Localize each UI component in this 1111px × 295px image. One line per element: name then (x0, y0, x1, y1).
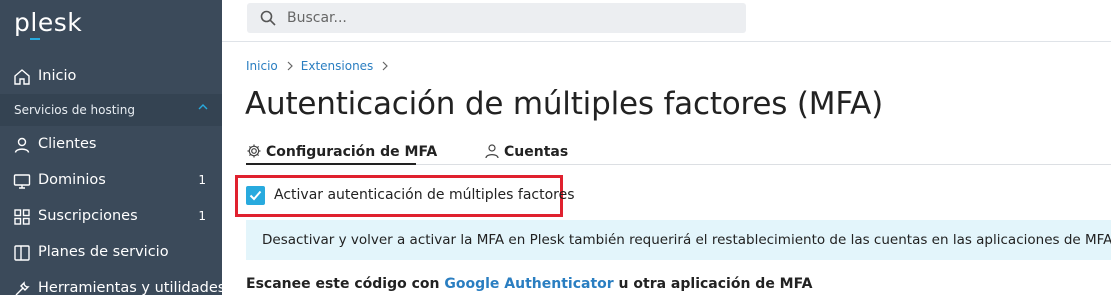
chevron-up-icon (198, 104, 208, 110)
sidebar: plesk Inicio Servicios de hosting Client… (0, 0, 226, 295)
book-icon (14, 245, 30, 261)
mfa-enable-checkbox[interactable] (246, 186, 265, 205)
sidebar-item-count: 1 (198, 209, 206, 223)
sidebar-item-count: 1 (198, 173, 206, 187)
search-box[interactable] (247, 3, 746, 33)
scan-instructions: Escanee este código con Google Authentic… (246, 276, 812, 292)
monitor-icon (13, 174, 31, 189)
sidebar-item-label: Suscripciones (38, 208, 138, 224)
sidebar-group-hosting[interactable]: Servicios de hosting (0, 94, 222, 126)
breadcrumb-item-extensiones[interactable]: Extensiones (301, 59, 374, 73)
tab-label: Configuración de MFA (266, 144, 438, 160)
scan-suffix: u otra aplicación de MFA (613, 276, 813, 292)
top-bar (222, 0, 1111, 42)
breadcrumb-item-inicio[interactable]: Inicio (246, 59, 278, 73)
mfa-enable-label[interactable]: Activar autenticación de múltiples facto… (274, 187, 575, 203)
search-input[interactable] (287, 7, 727, 29)
plesk-logo[interactable]: plesk (14, 8, 83, 40)
page-title: Autenticación de múltiples factores (MFA… (245, 86, 884, 122)
sidebar-item-label: Planes de servicio (38, 244, 169, 260)
sidebar-item-label: Herramientas y utilidades (38, 280, 226, 295)
info-message: Desactivar y volver a activar la MFA en … (246, 220, 1111, 260)
sidebar-item-herramientas[interactable]: Herramientas y utilidades (0, 271, 226, 295)
sidebar-item-dominios[interactable]: Dominios 1 (0, 163, 222, 199)
breadcrumb: Inicio Extensiones (246, 59, 396, 73)
sidebar-group-label: Servicios de hosting (14, 103, 135, 117)
sidebar-item-label: Inicio (38, 68, 77, 84)
scan-prefix: Escanee este código con (246, 276, 445, 292)
home-icon (14, 69, 30, 85)
tools-icon (15, 281, 30, 295)
search-icon (260, 10, 276, 26)
tab-cuentas[interactable]: Cuentas (484, 143, 568, 165)
logo-text: plesk (14, 8, 83, 37)
sidebar-item-label: Dominios (38, 172, 106, 188)
chevron-right-icon (287, 61, 293, 71)
grid-icon (14, 209, 30, 225)
gear-icon (247, 144, 261, 158)
tab-configuracion[interactable]: Configuración de MFA (246, 143, 437, 165)
chevron-right-icon (382, 61, 389, 71)
sidebar-item-clientes[interactable]: Clientes (0, 127, 222, 163)
sidebar-item-home[interactable]: Inicio (0, 59, 222, 95)
user-icon (485, 144, 499, 159)
sidebar-item-label: Clientes (38, 136, 97, 152)
sidebar-item-suscripciones[interactable]: Suscripciones 1 (0, 199, 222, 235)
google-authenticator-link[interactable]: Google Authenticator (444, 276, 613, 292)
checkmark-icon (249, 190, 262, 201)
tab-label: Cuentas (504, 144, 569, 160)
logo-accent (30, 38, 40, 40)
info-text: Desactivar y volver a activar la MFA en … (262, 232, 1111, 248)
user-icon (14, 137, 30, 153)
sidebar-item-planes[interactable]: Planes de servicio (0, 235, 222, 271)
